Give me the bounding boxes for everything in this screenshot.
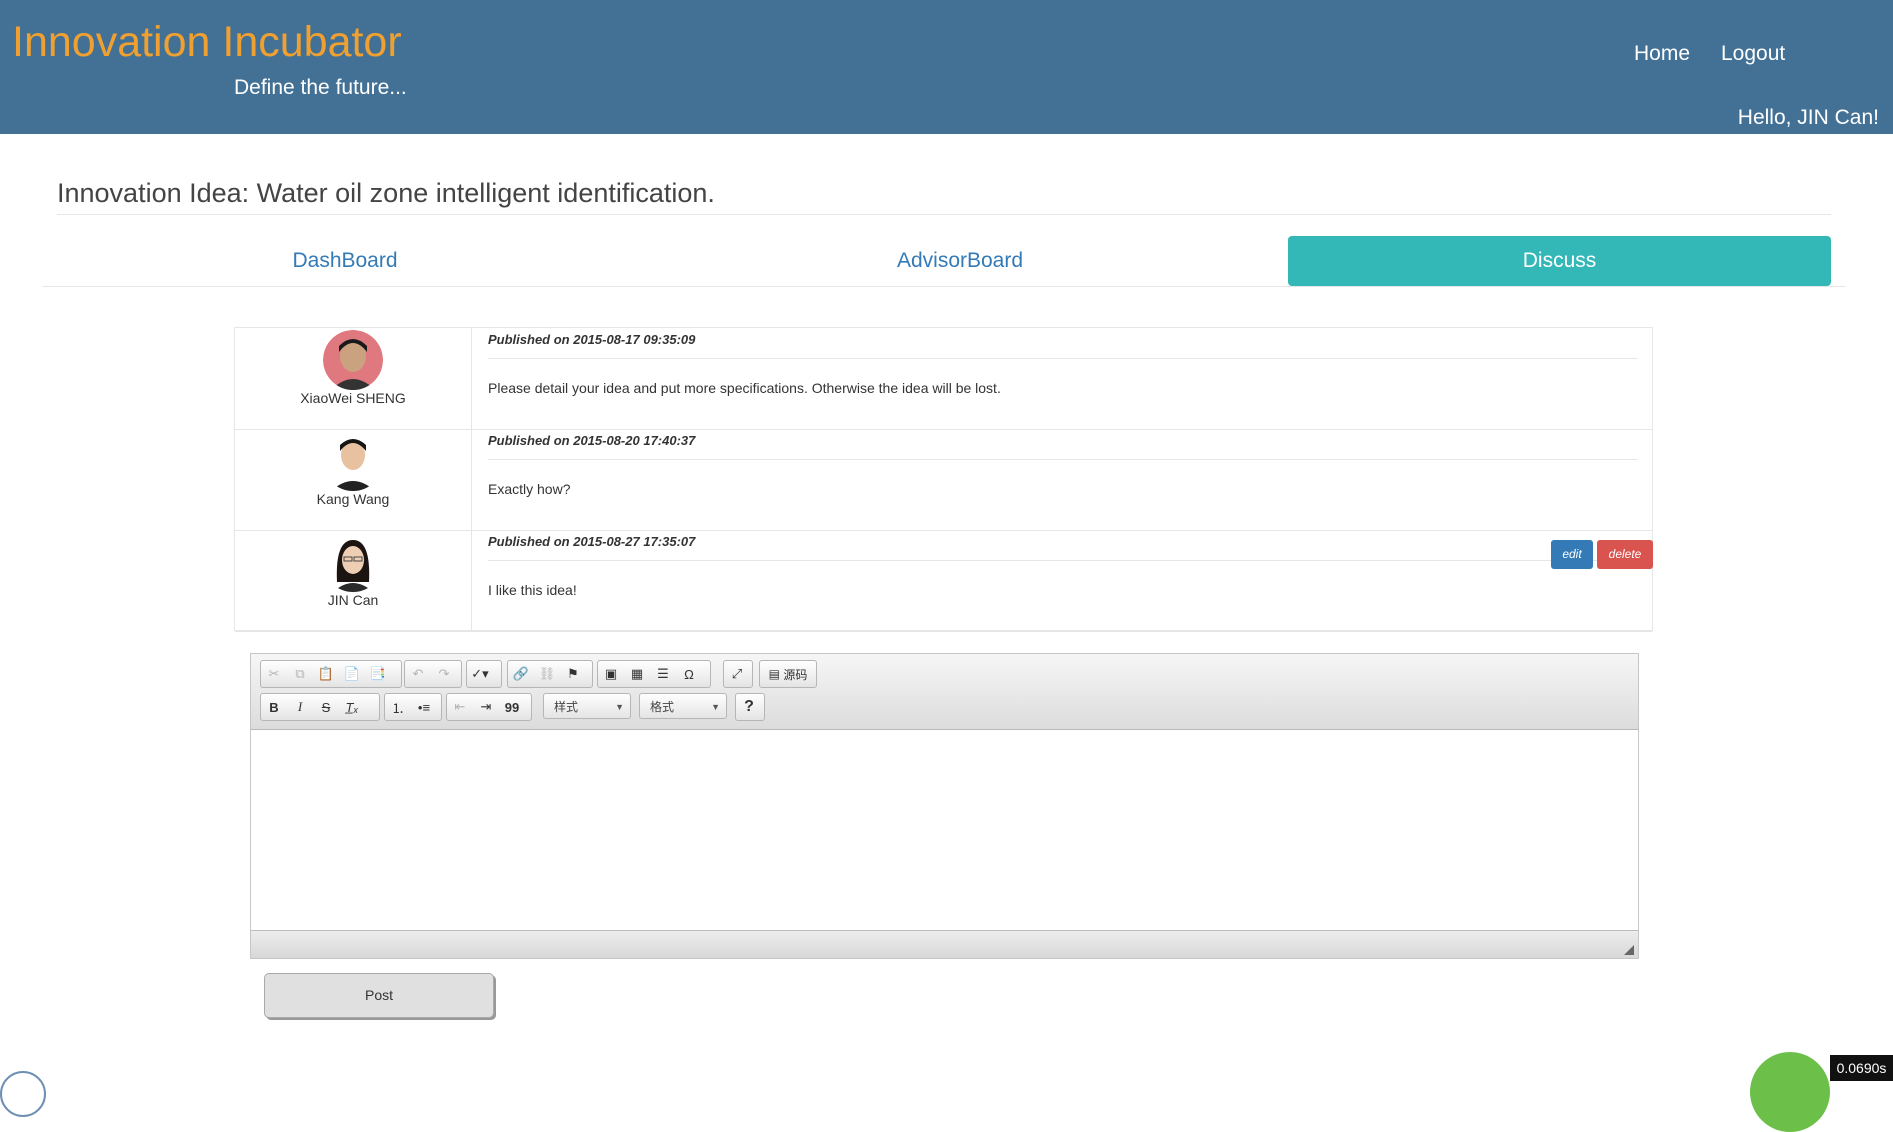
render-timer: 0.0690s (1830, 1055, 1893, 1081)
indent-icon[interactable]: ⇥ (473, 695, 499, 719)
table-icon[interactable]: ▦ (624, 662, 650, 686)
comment-divider (488, 560, 1638, 561)
spellcheck-icon[interactable]: ✓▾ (467, 662, 493, 686)
editor-footer (251, 930, 1638, 958)
corner-badge-icon (0, 1071, 46, 1117)
delete-comment-button[interactable]: delete (1597, 540, 1653, 569)
brand-title[interactable]: Innovation Incubator (12, 18, 402, 67)
nav-home-link[interactable]: Home (1634, 42, 1690, 66)
floating-widget-icon[interactable] (1750, 1052, 1830, 1132)
numbered-list-icon[interactable]: ⒈ (385, 695, 411, 719)
help-icon[interactable]: ? (736, 695, 762, 719)
avatar (323, 532, 383, 592)
comment-author-name[interactable]: Kang Wang (235, 491, 471, 507)
comment-row: XiaoWei SHENG Published on 2015-08-17 09… (235, 328, 1652, 430)
clipboard-group: ✂ ⧉ 📋 📄 📑 (260, 660, 402, 688)
comment-row: JIN Can Published on 2015-08-27 17:35:07… (235, 530, 1653, 632)
cut-icon[interactable]: ✂ (261, 662, 287, 686)
styles-select[interactable]: 样式 ▼ (543, 693, 631, 719)
spellcheck-group: ✓▾ (466, 660, 502, 688)
format-select[interactable]: 格式 ▼ (639, 693, 727, 719)
comment-author-cell: XiaoWei SHENG (235, 328, 472, 429)
rich-text-editor: ✂ ⧉ 📋 📄 📑 ↶ ↷ ✓▾ 🔗 ⛓ ⚑ ▣ ▦ ☰ Ω ⤢ ▤ 源码 B … (250, 653, 1639, 959)
comment-divider (488, 358, 1638, 359)
nav-logout-link[interactable]: Logout (1721, 42, 1785, 66)
maximize-group: ⤢ (723, 660, 753, 688)
source-icon: ▤ (768, 667, 780, 681)
bulleted-list-icon[interactable]: •≡ (411, 695, 437, 719)
editor-content-area[interactable] (251, 730, 1638, 931)
bold-icon[interactable]: B (261, 695, 287, 719)
comment-text: I like this idea! (488, 582, 577, 598)
source-button[interactable]: ▤ 源码 (760, 662, 816, 686)
tabs-divider (42, 286, 1846, 287)
top-header: Innovation Incubator Define the future..… (0, 0, 1893, 134)
idea-title: Innovation Idea: Water oil zone intellig… (57, 178, 715, 208)
link-icon[interactable]: 🔗 (508, 662, 534, 686)
copy-icon[interactable]: ⧉ (287, 662, 313, 686)
user-greeting: Hello, JIN Can! (1737, 106, 1879, 129)
tab-advisorboard[interactable]: AdvisorBoard (658, 236, 1262, 286)
title-divider (57, 214, 1831, 215)
comment-published-date: Published on 2015-08-17 09:35:09 (488, 332, 696, 347)
comment-divider (488, 459, 1638, 460)
undo-group: ↶ ↷ (404, 660, 462, 688)
comment-author-cell: Kang Wang (235, 429, 472, 530)
maximize-icon[interactable]: ⤢ (724, 662, 750, 686)
tab-dashboard[interactable]: DashBoard (42, 236, 648, 286)
paste-text-icon[interactable]: 📄 (339, 662, 365, 686)
link-group: 🔗 ⛓ ⚑ (507, 660, 593, 688)
brand-tagline: Define the future... (234, 76, 407, 99)
post-button[interactable]: Post (264, 973, 494, 1018)
avatar (323, 330, 383, 390)
comment-text: Exactly how? (488, 481, 571, 497)
italic-icon[interactable]: I (287, 695, 313, 719)
blockquote-icon[interactable]: 99 (499, 695, 525, 719)
edit-comment-button[interactable]: edit (1551, 540, 1593, 569)
unlink-icon[interactable]: ⛓ (534, 662, 560, 686)
outdent-icon[interactable]: ⇤ (447, 695, 473, 719)
comment-published-date: Published on 2015-08-20 17:40:37 (488, 433, 696, 448)
chevron-down-icon: ▼ (711, 702, 720, 712)
resize-handle-icon[interactable] (1624, 945, 1634, 955)
editor-toolbar: ✂ ⧉ 📋 📄 📑 ↶ ↷ ✓▾ 🔗 ⛓ ⚑ ▣ ▦ ☰ Ω ⤢ ▤ 源码 B … (251, 654, 1638, 730)
redo-icon[interactable]: ↷ (431, 662, 457, 686)
paste-icon[interactable]: 📋 (313, 662, 339, 686)
chevron-down-icon: ▼ (615, 702, 624, 712)
styles-select-label: 样式 (554, 700, 579, 714)
paste-word-icon[interactable]: 📑 (365, 662, 391, 686)
list-group: ⒈ •≡ (384, 693, 442, 721)
source-group: ▤ 源码 (759, 660, 817, 688)
tab-discuss[interactable]: Discuss (1288, 236, 1831, 286)
comments-table: XiaoWei SHENG Published on 2015-08-17 09… (234, 327, 1653, 632)
strike-icon[interactable]: S (313, 695, 339, 719)
comment-author-cell: JIN Can (235, 530, 472, 631)
image-icon[interactable]: ▣ (598, 662, 624, 686)
basic-style-group: B I S T̲ₓ (260, 693, 380, 721)
source-label: 源码 (783, 667, 808, 682)
undo-icon[interactable]: ↶ (405, 662, 431, 686)
comment-author-name[interactable]: XiaoWei SHENG (235, 390, 471, 406)
horizontal-line-icon[interactable]: ☰ (650, 662, 676, 686)
special-char-icon[interactable]: Ω (676, 662, 702, 686)
format-select-label: 格式 (650, 700, 675, 714)
comment-published-date: Published on 2015-08-27 17:35:07 (488, 534, 696, 549)
comment-text: Please detail your idea and put more spe… (488, 380, 1001, 396)
insert-group: ▣ ▦ ☰ Ω (597, 660, 711, 688)
remove-format-icon[interactable]: T̲ₓ (339, 695, 365, 719)
help-group: ? (735, 693, 765, 721)
avatar (323, 431, 383, 491)
anchor-icon[interactable]: ⚑ (560, 662, 586, 686)
indent-group: ⇤ ⇥ 99 (446, 693, 532, 721)
comment-row: Kang Wang Published on 2015-08-20 17:40:… (235, 429, 1652, 531)
comment-author-name[interactable]: JIN Can (235, 592, 471, 608)
